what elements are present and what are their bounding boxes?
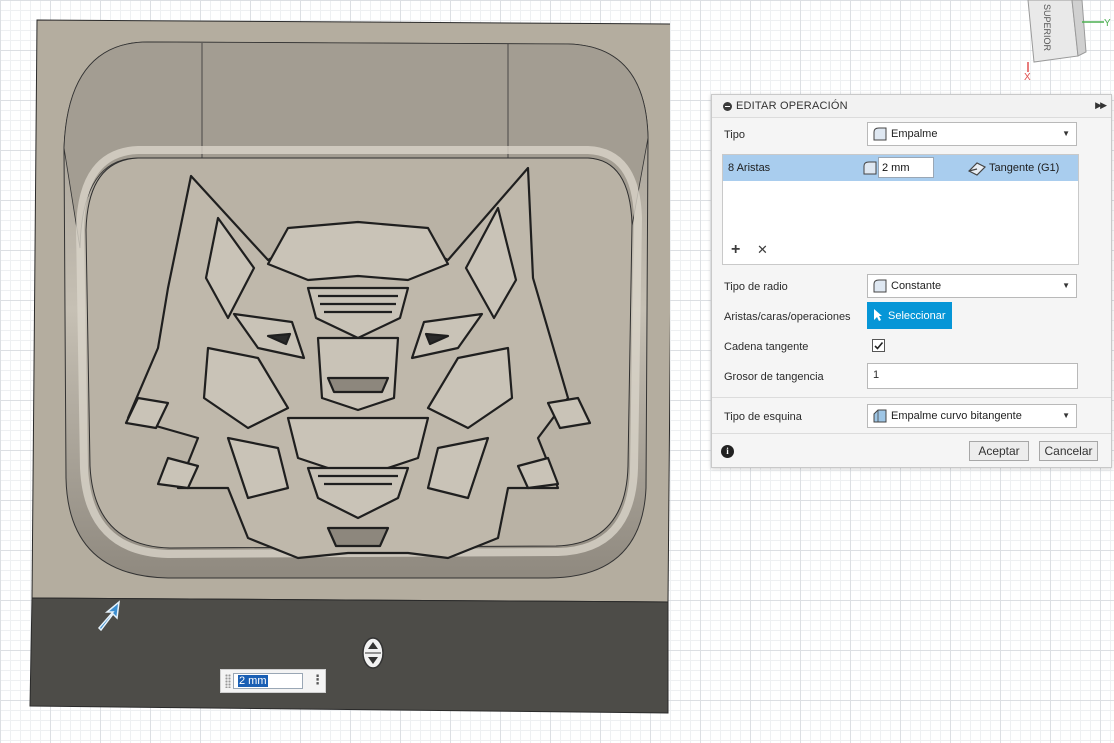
esquina-value: Empalme curvo bitangente [891, 410, 1022, 422]
edit-feature-panel: EDITAR OPERACIÓN ▶▶ Tipo Empalme ▼ 8 Ari… [711, 94, 1112, 468]
divider [712, 433, 1111, 434]
edge-set-name: 8 Aristas [728, 162, 771, 174]
constant-radius-icon [873, 279, 887, 293]
tipo-dropdown[interactable]: Empalme ▼ [867, 122, 1077, 146]
continuity-value[interactable]: Tangente (G1) [989, 162, 1059, 174]
chevron-down-icon: ▼ [1062, 281, 1070, 290]
ok-button[interactable]: Aceptar [969, 441, 1029, 461]
divider [712, 397, 1111, 398]
chevron-down-icon: ▼ [1062, 129, 1070, 138]
tipo-label: Tipo [724, 129, 745, 141]
edge-radius-input[interactable] [878, 157, 934, 178]
model-viewport[interactable] [28, 18, 670, 714]
cancel-button[interactable]: Cancelar [1039, 441, 1098, 461]
add-icon[interactable]: + [731, 241, 740, 259]
viewcube[interactable]: SUPERIOR X Y [1020, 0, 1114, 84]
tipo-value: Empalme [891, 128, 938, 140]
axis-y-label: Y [1104, 18, 1111, 29]
viewcube-face-label: SUPERIOR [1042, 4, 1052, 52]
cadena-checkbox[interactable] [872, 339, 885, 352]
edge-selection-list: 8 Aristas Tangente (G1) + ✕ [722, 154, 1079, 265]
tangent-continuity-icon [967, 162, 987, 176]
aristas-label: Aristas/caras/operaciones [724, 311, 851, 323]
expand-icon[interactable]: ▶▶ [1095, 100, 1107, 111]
dimension-value: 2 mm [238, 675, 268, 687]
esquina-label: Tipo de esquina [724, 411, 802, 423]
close-icon[interactable]: ✕ [757, 242, 768, 258]
select-button[interactable]: Seleccionar [867, 302, 952, 329]
tipo-radio-label: Tipo de radio [724, 281, 788, 293]
cadena-label: Cadena tangente [724, 341, 809, 353]
block-side-face [29, 597, 669, 714]
arrow-manipulator-icon[interactable] [95, 600, 123, 632]
grip-icon[interactable] [225, 674, 231, 688]
info-icon[interactable]: i [721, 445, 734, 458]
drag-handle-icon[interactable] [360, 636, 386, 670]
chevron-down-icon: ▼ [1062, 411, 1070, 420]
collapse-icon[interactable] [723, 102, 732, 111]
dimension-input[interactable]: 2 mm [233, 673, 303, 689]
fillet-icon [873, 127, 887, 141]
dimension-input-box: 2 mm ⋮ [220, 669, 326, 693]
checkmark-icon [874, 341, 884, 350]
panel-title: EDITAR OPERACIÓN [736, 100, 848, 112]
select-button-label: Seleccionar [888, 310, 946, 322]
grosor-input[interactable]: 1 [867, 363, 1078, 389]
radius-icon [863, 161, 877, 175]
cursor-icon [874, 309, 882, 321]
grosor-label: Grosor de tangencia [724, 371, 824, 383]
esquina-dropdown[interactable]: Empalme curvo bitangente ▼ [867, 404, 1077, 428]
edge-set-row[interactable]: 8 Aristas Tangente (G1) [723, 155, 1078, 181]
corner-setback-icon [873, 409, 887, 423]
more-options-icon[interactable]: ⋮ [311, 672, 324, 688]
tipo-radio-value: Constante [891, 280, 942, 292]
panel-header: EDITAR OPERACIÓN ▶▶ [712, 95, 1111, 118]
tipo-radio-dropdown[interactable]: Constante ▼ [867, 274, 1077, 298]
axis-x-label: X [1024, 72, 1031, 83]
